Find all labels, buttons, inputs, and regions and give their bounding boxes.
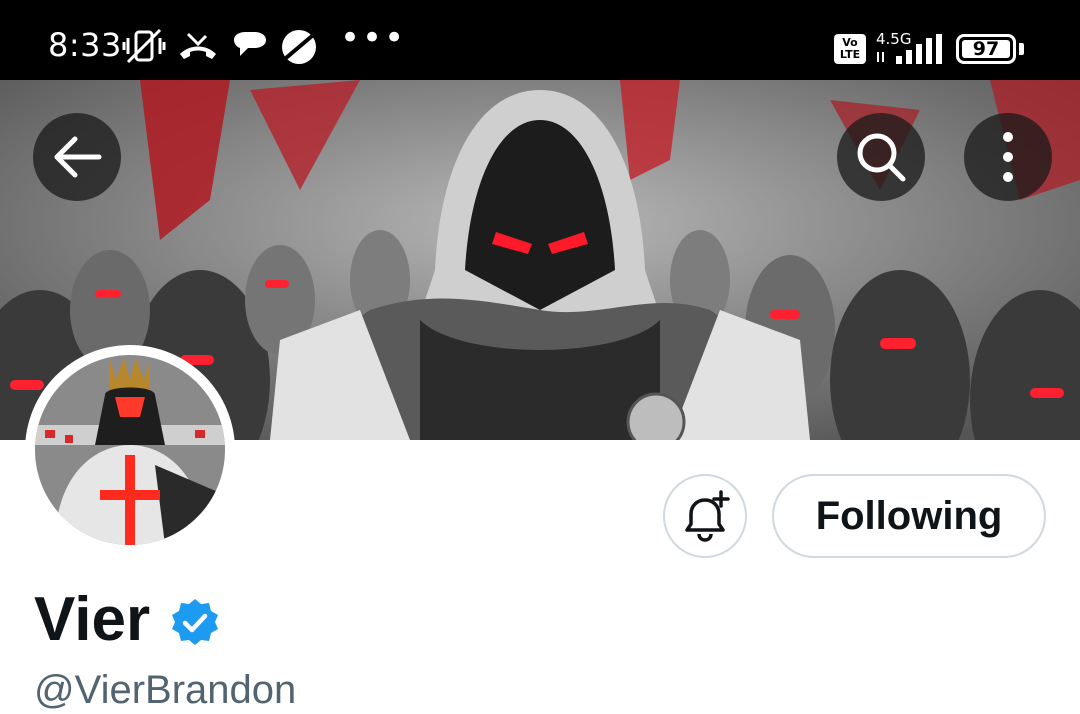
display-name: Vier xyxy=(34,585,151,654)
profile-handle: @VierBrandon xyxy=(34,668,297,712)
more-vertical-icon xyxy=(1003,132,1013,182)
search-icon xyxy=(857,133,906,182)
back-button[interactable] xyxy=(33,113,121,201)
battery-tip xyxy=(1019,43,1024,55)
verified-badge-icon xyxy=(172,599,218,645)
more-button[interactable] xyxy=(964,113,1052,201)
mute-vibrate-icon xyxy=(122,28,166,64)
search-button[interactable] xyxy=(837,113,925,201)
message-icon xyxy=(234,32,266,56)
signal-icon xyxy=(877,34,942,64)
missed-call-icon xyxy=(180,32,216,59)
bell-plus-icon xyxy=(685,490,730,542)
profile-avatar[interactable] xyxy=(25,345,235,555)
avatar-image xyxy=(35,355,225,545)
browser-icon xyxy=(282,30,316,64)
more-notifications-icon: ••• xyxy=(340,18,407,58)
notifications-button[interactable] xyxy=(663,474,747,558)
arrow-left-icon xyxy=(54,136,102,178)
status-bar: 8:33 ••• Vo LTE 4.5G 97 xyxy=(0,0,1080,80)
status-time: 8:33 xyxy=(48,26,122,64)
volte-badge: Vo LTE xyxy=(834,34,866,64)
battery-level: 97 xyxy=(972,38,1000,60)
following-button[interactable]: Following xyxy=(772,474,1046,558)
battery-icon: 97 xyxy=(956,34,1016,64)
